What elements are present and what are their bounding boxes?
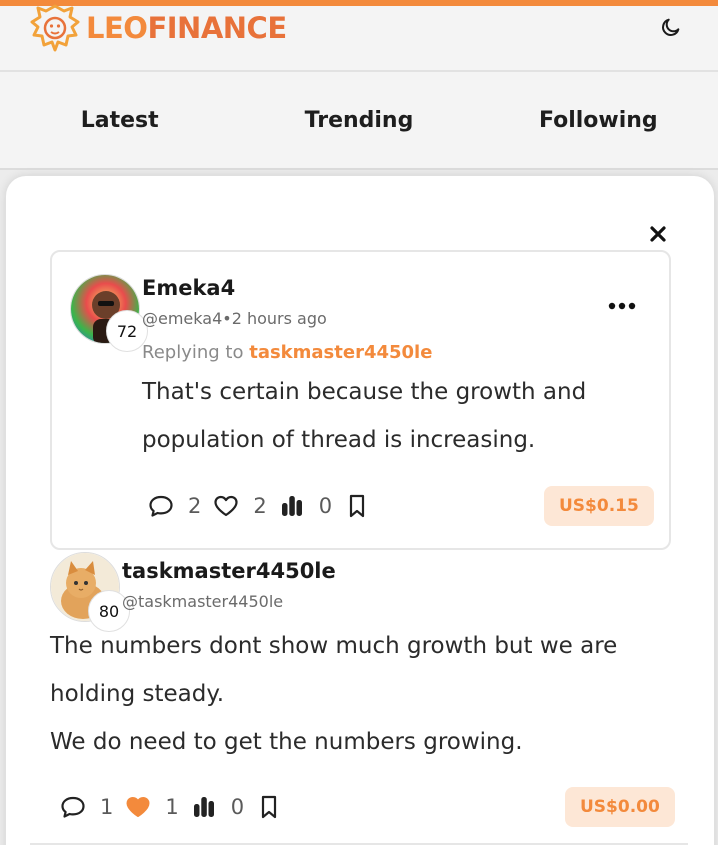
- parent-post-body: That's certain because the growth and po…: [142, 379, 587, 453]
- theme-toggle-button[interactable]: [658, 14, 684, 40]
- reply-post-body: The numbers dont show much growth but we…: [50, 622, 690, 766]
- heart-filled-icon[interactable]: [125, 794, 151, 820]
- bookmark-icon[interactable]: [344, 493, 370, 519]
- close-icon: [650, 226, 666, 242]
- close-button[interactable]: [646, 222, 670, 246]
- feed-tabs: Latest Trending Following: [0, 72, 718, 170]
- thread-modal: 72 Emeka4 @emeka4•2 hours ago Replying t…: [6, 176, 714, 845]
- like-count: 1: [165, 795, 179, 819]
- parent-post-card: 72 Emeka4 @emeka4•2 hours ago Replying t…: [50, 250, 671, 550]
- vote-chart-icon[interactable]: [279, 493, 305, 519]
- replying-to-user-link[interactable]: taskmaster4450le: [249, 342, 432, 363]
- moon-icon: [662, 18, 680, 36]
- tab-trending[interactable]: Trending: [239, 72, 478, 168]
- replying-to-line: Replying to taskmaster4450le: [142, 342, 432, 363]
- more-options-button[interactable]: [606, 296, 638, 316]
- parent-handle[interactable]: @emeka4: [142, 309, 222, 328]
- comment-count: 2: [188, 494, 202, 518]
- parent-actions: 2 2 0: [148, 490, 370, 522]
- heart-icon[interactable]: [213, 493, 239, 519]
- logo-text-leo: LEO: [86, 11, 148, 45]
- parent-meta: @emeka4•2 hours ago: [142, 309, 327, 328]
- reply-avatar-wrap[interactable]: 80: [50, 552, 130, 632]
- reply-actions: 1 1 0: [60, 791, 282, 823]
- comment-icon[interactable]: [60, 794, 86, 820]
- parent-author-name[interactable]: Emeka4: [142, 276, 235, 300]
- tab-latest[interactable]: Latest: [0, 72, 239, 168]
- tab-following[interactable]: Following: [479, 72, 718, 168]
- parent-time: 2 hours ago: [231, 309, 327, 328]
- replying-prefix: Replying to: [142, 342, 244, 363]
- payout-badge[interactable]: US$0.00: [565, 787, 675, 827]
- lion-logo-icon: [30, 4, 80, 52]
- top-bar: LEOFINANCE: [0, 0, 718, 72]
- reply-body-line: We do need to get the numbers growing.: [50, 729, 523, 755]
- vote-count: 0: [230, 795, 245, 819]
- parent-avatar-wrap[interactable]: 72: [70, 274, 148, 352]
- bookmark-icon[interactable]: [256, 794, 282, 820]
- logo[interactable]: LEOFINANCE: [28, 2, 287, 54]
- comment-icon[interactable]: [148, 493, 174, 519]
- logo-text: LEOFINANCE: [86, 11, 287, 45]
- payout-badge[interactable]: US$0.15: [544, 486, 654, 526]
- more-dots-icon: [608, 302, 636, 310]
- logo-text-finance: FINANCE: [147, 11, 287, 45]
- vote-count: 0: [318, 494, 333, 518]
- reply-body-line: The numbers dont show much growth but we…: [50, 633, 618, 707]
- comment-count: 1: [100, 795, 114, 819]
- like-count: 2: [253, 494, 267, 518]
- meta-separator: •: [222, 309, 232, 328]
- reply-handle[interactable]: @taskmaster4450le: [122, 592, 283, 611]
- reply-author-name[interactable]: taskmaster4450le: [122, 559, 336, 583]
- vote-chart-icon[interactable]: [191, 794, 217, 820]
